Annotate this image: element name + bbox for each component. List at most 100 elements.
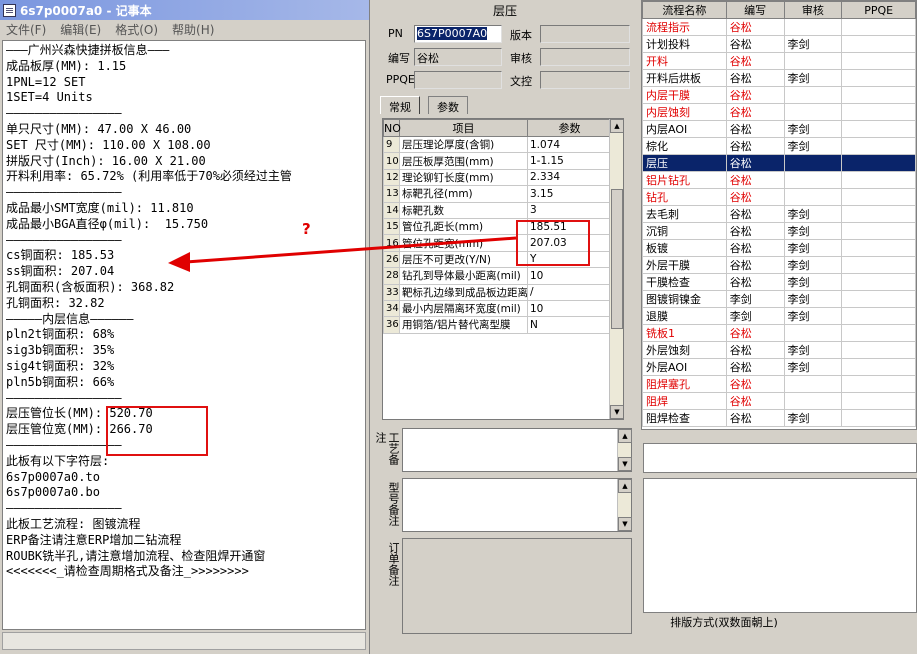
process-name-cell[interactable]: 钻孔 bbox=[642, 188, 727, 206]
col-author[interactable]: 编写 bbox=[725, 1, 785, 19]
grid-cell-param[interactable]: 10 bbox=[527, 267, 612, 285]
col-param[interactable]: 参数 bbox=[527, 119, 612, 137]
process-author-cell[interactable]: 谷松 bbox=[725, 86, 785, 104]
col-ppqe[interactable]: PPQE bbox=[841, 1, 916, 19]
process-row[interactable]: 阻焊塞孔 谷松 bbox=[642, 375, 916, 393]
process-name-cell[interactable]: 干膜检查 bbox=[642, 273, 727, 291]
process-ppqe-cell[interactable] bbox=[841, 375, 916, 393]
grid-scrollbar[interactable]: ▲ ▼ bbox=[609, 119, 623, 419]
process-ppqe-cell[interactable] bbox=[841, 171, 916, 189]
process-review-cell[interactable]: 李剑 bbox=[783, 290, 843, 308]
process-row[interactable]: 外层干膜 谷松 李剑 bbox=[642, 256, 916, 274]
process-author-cell[interactable]: 谷松 bbox=[725, 392, 785, 410]
process-row[interactable]: 内层干膜 谷松 bbox=[642, 86, 916, 104]
process-ppqe-cell[interactable] bbox=[841, 69, 916, 87]
grid-cell-param[interactable]: 1.074 bbox=[527, 135, 612, 154]
grid-cell-param[interactable]: / bbox=[527, 283, 612, 301]
grid-cell-no[interactable]: 33 bbox=[383, 283, 400, 301]
pn-field[interactable]: 6S7P0007A0 bbox=[414, 25, 502, 43]
process-name-cell[interactable]: 棕化 bbox=[642, 137, 727, 155]
process-name-cell[interactable]: 外层蚀刻 bbox=[642, 341, 727, 359]
process-memo-scrollbar[interactable]: ▲ ▼ bbox=[617, 429, 632, 471]
process-review-cell[interactable] bbox=[783, 103, 843, 121]
process-author-cell[interactable]: 谷松 bbox=[725, 35, 785, 53]
process-row[interactable]: 阻焊 谷松 bbox=[642, 392, 916, 410]
grid-row[interactable]: 33 靶标孔边缘到成品板边距离 / bbox=[383, 283, 612, 301]
menu-file[interactable]: 文件(F) bbox=[6, 21, 46, 38]
process-ppqe-cell[interactable] bbox=[841, 18, 916, 36]
process-review-cell[interactable]: 李剑 bbox=[783, 409, 843, 427]
process-row[interactable]: 棕化 谷松 李剑 bbox=[642, 137, 916, 155]
process-ppqe-cell[interactable] bbox=[841, 52, 916, 70]
process-review-cell[interactable]: 李剑 bbox=[783, 120, 843, 138]
process-row[interactable]: 开料 谷松 bbox=[642, 52, 916, 70]
model-memo-box[interactable]: ▲ ▼ bbox=[402, 478, 632, 532]
grid-row[interactable]: 15 管位孔距长(mm) 185.51 bbox=[383, 217, 612, 236]
process-name-cell[interactable]: 图镀铜镍金 bbox=[642, 290, 727, 308]
process-review-cell[interactable]: 李剑 bbox=[783, 69, 843, 87]
process-review-cell[interactable]: 李剑 bbox=[783, 273, 843, 291]
process-row[interactable]: 沉铜 谷松 李剑 bbox=[642, 222, 916, 240]
process-review-cell[interactable]: 李剑 bbox=[783, 256, 843, 274]
process-ppqe-cell[interactable] bbox=[841, 341, 916, 359]
params-grid[interactable]: NO 项目 参数 9 层压理论厚度(含铜) 1.074 10 层压板厚范围(mm) 1-1… bbox=[382, 118, 624, 420]
grid-cell-param[interactable]: 3.15 bbox=[527, 185, 612, 203]
process-ppqe-cell[interactable] bbox=[841, 239, 916, 257]
process-author-cell[interactable]: 谷松 bbox=[725, 18, 785, 36]
grid-cell-param[interactable]: 2.334 bbox=[527, 168, 612, 187]
process-review-cell[interactable]: 李剑 bbox=[783, 205, 843, 223]
process-row[interactable]: 内层AOI 谷松 李剑 bbox=[642, 120, 916, 138]
grid-row[interactable]: 16 管位孔距宽(mm) 207.03 bbox=[383, 234, 612, 252]
process-author-cell[interactable]: 谷松 bbox=[725, 341, 785, 359]
process-author-cell[interactable]: 谷松 bbox=[725, 222, 785, 240]
process-author-cell[interactable]: 谷松 bbox=[725, 69, 785, 87]
process-row[interactable]: 图镀铜镍金 李剑 李剑 bbox=[642, 290, 916, 308]
menu-format[interactable]: 格式(O) bbox=[115, 21, 158, 38]
control-field[interactable] bbox=[540, 71, 630, 89]
scroll-down-icon[interactable]: ▼ bbox=[610, 405, 623, 419]
grid-cell-no[interactable]: 36 bbox=[383, 316, 400, 334]
process-name-cell[interactable]: 去毛刺 bbox=[642, 205, 727, 223]
grid-cell-param[interactable]: Y bbox=[527, 250, 612, 269]
process-name-cell[interactable]: 层压 bbox=[642, 154, 727, 172]
grid-cell-item[interactable]: 钻孔到导体最小距离(mil) bbox=[399, 267, 528, 285]
process-author-cell[interactable]: 谷松 bbox=[725, 358, 785, 376]
grid-cell-item[interactable]: 标靶孔径(mm) bbox=[399, 185, 528, 203]
process-author-cell[interactable]: 谷松 bbox=[725, 409, 785, 427]
process-ppqe-cell[interactable] bbox=[841, 358, 916, 376]
process-name-cell[interactable]: 铣板1 bbox=[642, 324, 727, 342]
process-input[interactable] bbox=[643, 443, 917, 473]
grid-cell-item[interactable]: 用铜箔/铝片替代离型膜 bbox=[399, 316, 528, 334]
process-name-cell[interactable]: 内层蚀刻 bbox=[642, 103, 727, 121]
grid-cell-item[interactable]: 层压板厚范围(mm) bbox=[399, 152, 528, 170]
process-author-cell[interactable]: 谷松 bbox=[725, 171, 785, 189]
process-row[interactable]: 外层蚀刻 谷松 李剑 bbox=[642, 341, 916, 359]
grid-cell-no[interactable]: 28 bbox=[383, 267, 400, 285]
process-review-cell[interactable]: 李剑 bbox=[783, 358, 843, 376]
process-name-cell[interactable]: 流程指示 bbox=[642, 18, 727, 36]
process-author-cell[interactable]: 谷松 bbox=[725, 137, 785, 155]
process-name-cell[interactable]: 阻焊检查 bbox=[642, 409, 727, 427]
author-field[interactable]: 谷松 bbox=[414, 48, 502, 66]
menu-edit[interactable]: 编辑(E) bbox=[60, 21, 101, 38]
process-review-cell[interactable]: 李剑 bbox=[783, 341, 843, 359]
process-ppqe-cell[interactable] bbox=[841, 137, 916, 155]
process-row[interactable]: 退膜 李剑 李剑 bbox=[642, 307, 916, 325]
process-ppqe-cell[interactable] bbox=[841, 205, 916, 223]
scroll-down-icon[interactable]: ▼ bbox=[618, 457, 632, 471]
process-ppqe-cell[interactable] bbox=[841, 324, 916, 342]
process-ppqe-cell[interactable] bbox=[841, 273, 916, 291]
process-row[interactable]: 钻孔 谷松 bbox=[642, 188, 916, 206]
process-grid[interactable]: 流程名称 编写 审核 PPQE 流程指示 谷松 计划投料 谷松 李剑 开料 谷松 开料后烘板谷… bbox=[641, 0, 917, 430]
process-review-cell[interactable]: 李剑 bbox=[783, 222, 843, 240]
process-row[interactable]: 流程指示 谷松 bbox=[642, 18, 916, 36]
process-review-cell[interactable]: 李剑 bbox=[783, 137, 843, 155]
process-name-cell[interactable]: 开料后烘板 bbox=[642, 69, 727, 87]
grid-cell-item[interactable]: 层压理论厚度(含铜) bbox=[399, 135, 528, 154]
process-author-cell[interactable]: 谷松 bbox=[725, 375, 785, 393]
review-field[interactable] bbox=[540, 48, 630, 66]
process-memo-box[interactable]: ▲ ▼ bbox=[402, 428, 632, 472]
process-name-cell[interactable]: 外层AOI bbox=[642, 358, 727, 376]
grid-row[interactable]: 26 层压不可更改(Y/N) Y bbox=[383, 250, 612, 269]
process-ppqe-cell[interactable] bbox=[841, 409, 916, 427]
